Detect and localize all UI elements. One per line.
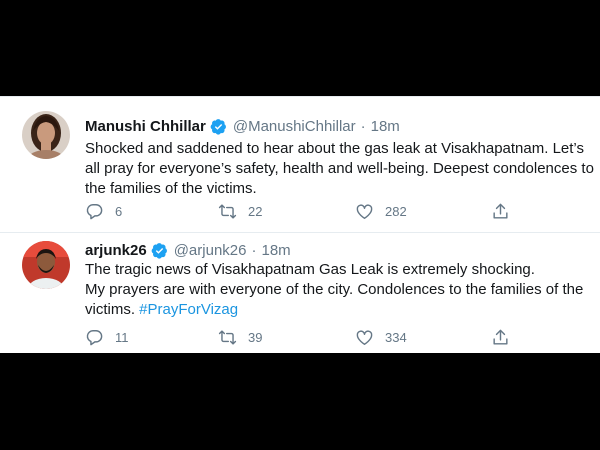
timestamp[interactable]: 18m <box>261 242 290 259</box>
display-name[interactable]: Manushi Chhillar <box>85 118 206 135</box>
retweet-button[interactable]: 39 <box>218 327 262 347</box>
reply-count: 11 <box>115 329 129 345</box>
like-count: 334 <box>385 329 407 345</box>
tweet-timeline: Manushi Chhillar @ManushiChhillar · 18m … <box>0 96 600 353</box>
share-button[interactable] <box>491 327 510 347</box>
tweet-text: Shocked and saddened to hear about the g… <box>85 139 600 199</box>
separator-dot: · <box>360 117 366 135</box>
share-icon <box>493 329 508 345</box>
reply-count: 6 <box>115 203 123 219</box>
timestamp[interactable]: 18m <box>371 118 400 135</box>
tweet-text-fragment: victims. <box>85 301 140 318</box>
tweet-header: arjunk26 @arjunk26 · 18m <box>85 239 291 261</box>
retweet-icon <box>218 329 237 345</box>
avatar[interactable] <box>22 241 70 289</box>
user-handle[interactable]: @arjunk26 <box>174 242 247 259</box>
tweet-text-line: The tragic news of Visakhapatnam Gas Lea… <box>85 261 535 278</box>
like-count: 282 <box>385 203 407 219</box>
like-button[interactable]: 282 <box>355 201 407 221</box>
hashtag-link[interactable]: #PrayForVizag <box>139 301 238 318</box>
retweet-count: 22 <box>248 203 263 219</box>
user-handle[interactable]: @ManushiChhillar <box>233 118 356 135</box>
retweet-count: 39 <box>248 329 263 345</box>
tweet-actions: 11 39 334 <box>85 327 600 347</box>
tweet[interactable]: arjunk26 @arjunk26 · 18m The tragic news… <box>0 233 600 353</box>
share-button[interactable] <box>491 201 510 221</box>
tweet-text: The tragic news of Visakhapatnam Gas Lea… <box>85 260 600 320</box>
tweet-actions: 6 22 282 <box>85 201 600 221</box>
reply-icon <box>86 329 103 345</box>
retweet-icon <box>218 203 237 219</box>
tweet-text-line: all pray for everyone’s safety, health a… <box>85 160 594 177</box>
display-name[interactable]: arjunk26 <box>85 242 147 259</box>
like-button[interactable]: 334 <box>355 327 407 347</box>
separator-dot: · <box>251 241 257 259</box>
reply-icon <box>86 203 103 219</box>
avatar[interactable] <box>22 111 70 159</box>
tweet-header: Manushi Chhillar @ManushiChhillar · 18m <box>85 115 400 137</box>
tweet-text-line: the families of the victims. <box>85 180 257 197</box>
tweet-text-line: Shocked and saddened to hear about the g… <box>85 140 584 157</box>
tweet-text-line: My prayers are with everyone of the city… <box>85 281 584 298</box>
retweet-button[interactable]: 22 <box>218 201 262 221</box>
reply-button[interactable]: 11 <box>85 327 129 347</box>
verified-badge-icon <box>151 242 168 259</box>
verified-badge-icon <box>210 118 227 135</box>
tweet-text-line: victims. #PrayForVizag <box>85 300 600 320</box>
reply-button[interactable]: 6 <box>85 201 122 221</box>
share-icon <box>493 203 508 219</box>
tweet[interactable]: Manushi Chhillar @ManushiChhillar · 18m … <box>0 97 600 232</box>
like-icon <box>356 203 373 219</box>
like-icon <box>356 329 373 345</box>
